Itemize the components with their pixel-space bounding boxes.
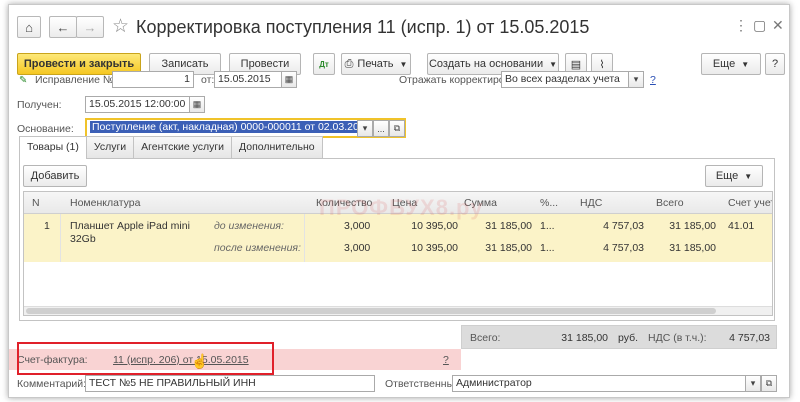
highlight-frame [17,342,274,375]
grid-more-button[interactable]: Еще ▼ [705,165,763,187]
tab-strip: Товары (1) Услуги Агентские услуги Допол… [19,136,323,159]
reflect-dropdown-button[interactable]: ▾ [628,71,644,88]
reflect-help-link[interactable]: ? [650,74,656,86]
close-icon[interactable]: ✕ [772,17,784,34]
printer-icon: ⎙ [344,57,354,70]
home-icon: ⌂ [25,19,33,35]
forward-button[interactable]: → [76,16,104,38]
check-icon: ✎ [19,75,28,86]
chevron-down-icon: ▾ [633,74,639,84]
hand-cursor-icon: ☝ [191,353,209,369]
after-vat: 4 757,03 [603,242,644,254]
received-date-field[interactable]: 15.05.2015 12:00:00 [85,96,190,113]
from-label: от: [201,74,215,86]
col-header-item[interactable]: Номенклатура [70,197,140,209]
row-number: 1 [44,220,50,232]
document-window: ⌂ ← → ☆ Корректировка поступления 11 (ис… [8,4,790,398]
after-pct: 1... [540,242,555,254]
after-total: 31 185,00 [669,242,716,254]
total-currency: руб. [618,332,639,344]
help-button[interactable]: ? [765,53,785,75]
basis-open-button[interactable]: ⧉ [389,120,405,137]
basis-label: Основание: [17,123,74,135]
basis-select-button[interactable]: ... [373,120,389,137]
tab-services[interactable]: Услуги [85,136,135,158]
arrow-left-icon: ← [56,19,70,35]
more-vertical-icon[interactable]: ⋮ [734,17,748,34]
responsible-field[interactable]: Администратор [452,375,746,392]
chevron-down-icon: ▾ [750,378,756,388]
row-before-label: до изменения: [214,220,284,232]
before-price: 10 395,00 [411,220,458,232]
row-after-label: после изменения: [214,242,301,254]
vat-value: 4 757,03 [729,332,770,344]
tab-additional[interactable]: Дополнительно [231,136,323,158]
table-row[interactable]: 1 Планшет Apple iPad mini 32Gb до измене… [24,214,772,262]
back-button[interactable]: ← [49,16,77,38]
col-header-total[interactable]: Всего [656,197,684,209]
page-title: Корректировка поступления 11 (испр. 1) о… [136,17,590,37]
received-label: Получен: [17,99,62,111]
before-account: 41.01 [728,220,755,232]
after-sum: 31 185,00 [485,242,532,254]
total-value: 31 185,00 [561,332,608,344]
totals-bar: Всего: 31 185,00 руб. НДС (в т.ч.): 4 75… [461,325,777,349]
vat-label: НДС (в т.ч.): [648,332,707,344]
col-header-vat[interactable]: НДС [580,197,602,209]
calendar-icon: ▦ [284,74,294,84]
col-header-pct[interactable]: %... [540,197,558,209]
before-sum: 31 185,00 [485,220,532,232]
before-total: 31 185,00 [669,220,716,232]
horizontal-scrollbar[interactable] [24,306,772,315]
more-button[interactable]: Еще ▼ [701,53,761,75]
tab-agent-services[interactable]: Агентские услуги [133,136,233,158]
received-calendar-button[interactable]: ▦ [189,96,205,113]
comment-field[interactable]: ТЕСТ №5 НЕ ПРАВИЛЬНЫЙ ИНН [85,375,375,392]
dt-kt-icon: Дт [319,59,329,69]
col-header-n[interactable]: N [32,197,40,209]
dt-kt-button[interactable]: Дт [313,53,335,75]
arrow-right-icon: → [83,19,97,35]
before-vat: 4 757,03 [603,220,644,232]
responsible-dropdown-button[interactable]: ▾ [745,375,761,392]
comment-label: Комментарий: [17,378,87,390]
from-date-field[interactable]: 15.05.2015 [214,71,282,88]
home-button[interactable]: ⌂ [17,16,41,38]
before-pct: 1... [540,220,555,232]
after-qty: 3,000 [344,242,371,254]
print-button[interactable]: ⎙ Печать ▼ [341,53,411,75]
paperclip-icon: ⌇ [599,58,605,71]
add-row-button[interactable]: Добавить [23,165,87,187]
calendar-button[interactable]: ▦ [281,71,297,88]
open-link-icon: ⧉ [393,123,401,133]
correction-no-field[interactable]: 1 [112,71,194,88]
calendar-icon: ▦ [192,99,202,109]
tab-goods[interactable]: Товары (1) [19,136,87,159]
watermark: ПРОФБУХ8.ру [319,195,484,220]
reflect-select[interactable]: Во всех разделах учета [501,71,629,88]
before-qty: 3,000 [344,220,371,232]
row-item-name: Планшет Apple iPad mini 32Gb [70,220,190,245]
chevron-down-icon: ▼ [744,171,753,181]
chevron-down-icon: ▼ [741,59,750,69]
col-header-account[interactable]: Счет учета [728,197,772,209]
chevron-down-icon: ▼ [399,59,408,69]
open-link-icon: ⧉ [765,378,773,388]
total-label: Всего: [470,332,501,344]
chevron-down-icon: ▼ [549,59,558,69]
correction-no-label: Исправление №: [35,74,118,86]
invoice-help-link[interactable]: ? [443,354,449,366]
maximize-icon[interactable]: ▢ [753,17,766,34]
title-bar: ⌂ ← → ☆ Корректировка поступления 11 (ис… [9,5,789,47]
scroll-thumb[interactable] [26,308,716,314]
document-icon: ▤ [570,58,582,71]
after-price: 10 395,00 [411,242,458,254]
star-icon[interactable]: ☆ [112,15,129,38]
responsible-open-button[interactable]: ⧉ [761,375,777,392]
basis-dropdown-button[interactable]: ▾ [357,120,373,137]
